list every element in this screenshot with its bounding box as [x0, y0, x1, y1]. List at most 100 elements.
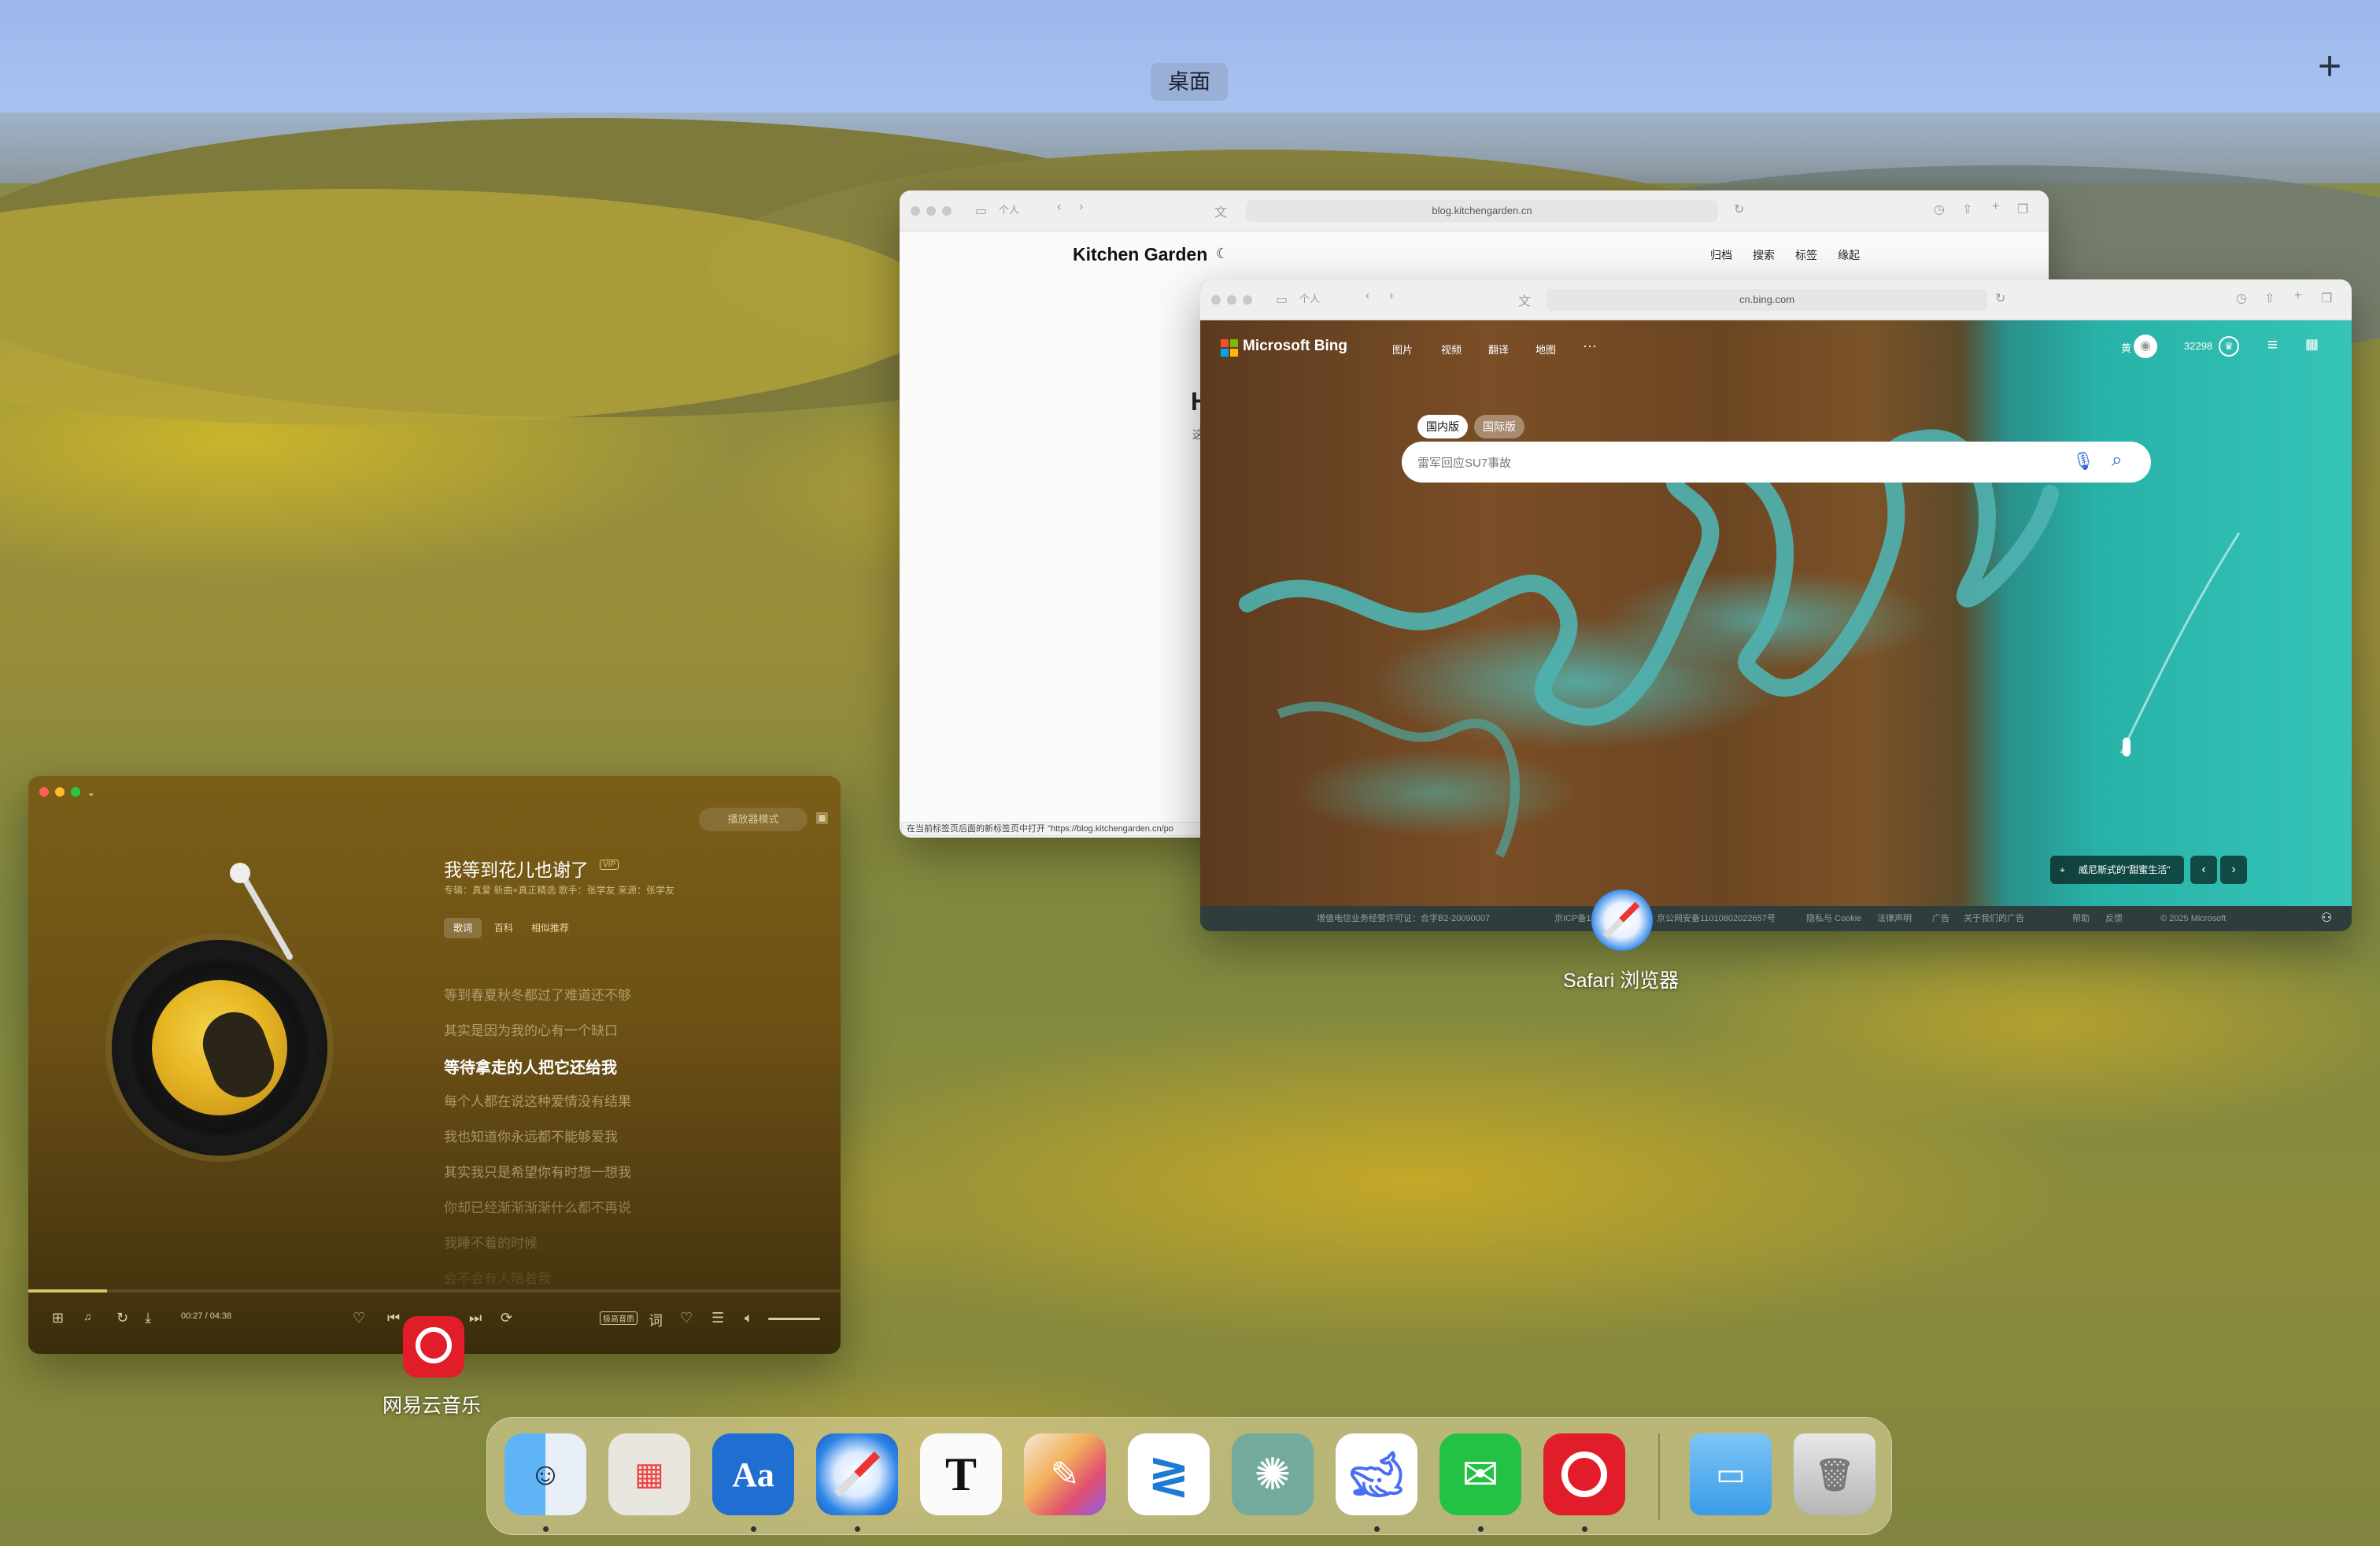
tab-international[interactable]: 国际版 — [1474, 415, 1524, 438]
rewards-points[interactable]: 32298 — [2184, 340, 2212, 352]
profile-menu[interactable]: 个人 — [999, 202, 1019, 216]
footer-help[interactable]: 帮助 — [2072, 906, 2090, 931]
previous-track-icon[interactable]: ⏮ — [387, 1310, 400, 1326]
dictionary-icon[interactable]: Aa — [712, 1433, 794, 1515]
microsoft-logo-icon[interactable] — [1221, 339, 1238, 357]
mini-player-icon[interactable]: ▣ — [815, 809, 829, 826]
nav-about-link[interactable]: 缘起 — [1838, 247, 1860, 263]
previous-image-button[interactable]: ‹ — [2190, 856, 2217, 884]
share-icon[interactable]: ♡ — [680, 1310, 693, 1326]
next-track-icon[interactable]: ⏭ — [469, 1310, 482, 1326]
search-icon[interactable]: ⌕ — [2112, 449, 2122, 472]
minimize-button[interactable] — [926, 206, 936, 216]
safari-window-bing[interactable]: ▭ 个人 ‹ › 文 cn.bing.com ↻ ◷ ⇧ + ❐ Microso… — [1200, 279, 2352, 931]
lyric-line[interactable]: 其实我只是希望你有时想一想我 — [444, 1161, 631, 1181]
effects-icon[interactable]: ♫ — [83, 1310, 92, 1322]
repeat-icon[interactable]: ⟳ — [501, 1310, 512, 1326]
close-button[interactable] — [1211, 295, 1221, 305]
share-icon[interactable]: ⇧ — [1962, 202, 1972, 217]
reload-icon[interactable]: ↻ — [1734, 202, 1744, 217]
site-title[interactable]: Kitchen Garden — [1073, 244, 1207, 265]
lyrics-toggle-icon[interactable]: 词 — [649, 1310, 663, 1330]
rewards-trophy-icon[interactable]: ♛ — [2219, 336, 2239, 357]
nav-videos-link[interactable]: 视频 — [1441, 342, 1462, 357]
qr-code-icon[interactable]: ▦ — [2305, 336, 2319, 353]
new-tab-icon[interactable]: + — [2294, 289, 2301, 303]
sidebar-icon[interactable]: ▭ — [975, 203, 987, 219]
volume-slider[interactable] — [768, 1318, 820, 1320]
zoom-button[interactable] — [1243, 295, 1252, 305]
window-traffic-lights[interactable]: ⌄ — [39, 786, 96, 797]
quality-badge[interactable]: 极高音质 — [600, 1311, 638, 1325]
footer-legal[interactable]: 法律声明 — [1877, 906, 1912, 931]
history-icon[interactable]: ◷ — [2236, 290, 2247, 306]
tab-wiki[interactable]: 百科 — [488, 918, 519, 938]
minimize-button[interactable] — [55, 787, 65, 797]
add-to-playlist-icon[interactable]: ⊞ — [52, 1310, 64, 1326]
menu-hamburger-icon[interactable]: ≡ — [2267, 335, 2278, 355]
lyric-line[interactable]: 我也知道你永远都不能够爱我 — [444, 1126, 618, 1145]
tab-domestic[interactable]: 国内版 — [1417, 415, 1468, 438]
reload-icon[interactable]: ↻ — [1995, 290, 2005, 306]
chatgpt-icon[interactable]: ✺ — [1232, 1433, 1314, 1515]
back-icon[interactable]: ‹ — [1057, 200, 1061, 214]
window-traffic-lights[interactable] — [1211, 295, 1252, 305]
launchpad-icon[interactable]: ▦ — [608, 1433, 690, 1515]
lyric-line[interactable]: 其实是因为我的心有一个缺口 — [444, 1019, 618, 1039]
microphone-icon[interactable]: 🎙︎ — [2072, 451, 2094, 472]
translate-icon[interactable]: 文 — [1214, 202, 1227, 220]
nav-more-link[interactable]: ··· — [1583, 338, 1597, 354]
zoom-button[interactable] — [942, 206, 952, 216]
collapse-chevron-icon[interactable]: ⌄ — [87, 786, 96, 797]
nav-archive-link[interactable]: 归档 — [1710, 247, 1732, 263]
footer-about-ads[interactable]: 关于我们的广告 — [1964, 906, 2024, 931]
netease-music-icon[interactable] — [403, 1316, 464, 1378]
close-button[interactable] — [39, 787, 49, 797]
search-input[interactable]: 雷军回应SU7事故 — [1417, 454, 1511, 471]
new-tab-icon[interactable]: + — [1992, 200, 1999, 214]
back-icon[interactable]: ‹ — [1366, 289, 1369, 303]
lyric-line[interactable]: 每个人都在说这种爱情没有结果 — [444, 1090, 631, 1110]
sidebar-icon[interactable]: ▭ — [1276, 292, 1288, 308]
bing-brand-link[interactable]: Microsoft Bing — [1243, 338, 1347, 355]
nav-search-link[interactable]: 搜索 — [1753, 247, 1775, 263]
address-bar[interactable]: cn.bing.com — [1547, 289, 1987, 311]
tab-lyrics[interactable]: 歌词 — [444, 918, 482, 938]
lyric-line[interactable]: 等到春夏秋冬都过了难道还不够 — [444, 984, 631, 1004]
history-icon[interactable]: ◷ — [1934, 202, 1945, 217]
nav-images-link[interactable]: 图片 — [1392, 342, 1413, 357]
download-icon[interactable]: ⤓ — [145, 1310, 151, 1326]
nav-translate-link[interactable]: 翻译 — [1488, 342, 1509, 357]
trash-icon[interactable]: 🗑︎ — [1794, 1433, 1876, 1515]
footer-police[interactable]: 京公网安备11010802022657号 — [1657, 906, 1776, 931]
tab-overview-icon[interactable]: ❐ — [2017, 202, 2028, 217]
footer-license[interactable]: 增值电信业务经营许可证：合字B2-20090007 — [1317, 906, 1490, 931]
space-desktop-button[interactable]: 桌面 — [1151, 63, 1228, 101]
deepseek-icon[interactable]: 🐋︎ — [1336, 1433, 1417, 1515]
next-image-button[interactable]: › — [2220, 856, 2247, 884]
bing-search-box[interactable]: 雷军回应SU7事故 🎙︎ ⌕ — [1402, 442, 2151, 483]
dark-mode-toggle-icon[interactable]: ☾ — [1216, 246, 1229, 262]
song-meta[interactable]: 专辑：真爱 新曲+真正精选 歌手：张学友 来源：张学友 — [444, 883, 674, 897]
nav-maps-link[interactable]: 地图 — [1536, 342, 1556, 357]
wechat-icon[interactable]: ✉ — [1439, 1433, 1521, 1515]
nav-tags-link[interactable]: 标签 — [1795, 247, 1817, 263]
user-name[interactable]: 黄 — [2121, 340, 2131, 355]
share-icon[interactable]: ⇧ — [2264, 290, 2275, 306]
forward-icon[interactable]: › — [1079, 200, 1083, 214]
lyric-line[interactable]: 会不会有人陪着我 — [444, 1267, 551, 1287]
zoom-button[interactable] — [71, 787, 80, 797]
loop-icon[interactable]: ↻ — [116, 1310, 128, 1326]
feedback-icon[interactable]: ⚇ — [2321, 906, 2332, 931]
netease-music-window[interactable]: ⌄ 播放器模式 ▣ 我等到花儿也谢了 VIP 专辑：真爱 新曲+真正精选 歌手：… — [28, 776, 841, 1354]
player-mode-button[interactable]: 播放器模式 — [699, 808, 808, 831]
footer-ads[interactable]: 广告 — [1932, 906, 1949, 931]
minimize-button[interactable] — [1227, 295, 1236, 305]
volume-icon[interactable]: 🔈︎ — [745, 1310, 753, 1326]
finder-icon[interactable]: ☺ — [504, 1433, 586, 1515]
profile-menu[interactable]: 个人 — [1299, 290, 1320, 305]
lyric-line[interactable]: 你却已经渐渐渐渐什么都不再说 — [444, 1196, 631, 1216]
tab-overview-icon[interactable]: ❐ — [2321, 290, 2332, 306]
footer-privacy[interactable]: 隐私与 Cookie — [1806, 906, 1861, 931]
image-location-caption[interactable]: ⌖ 威尼斯式的"甜蜜生活" — [2050, 856, 2184, 884]
